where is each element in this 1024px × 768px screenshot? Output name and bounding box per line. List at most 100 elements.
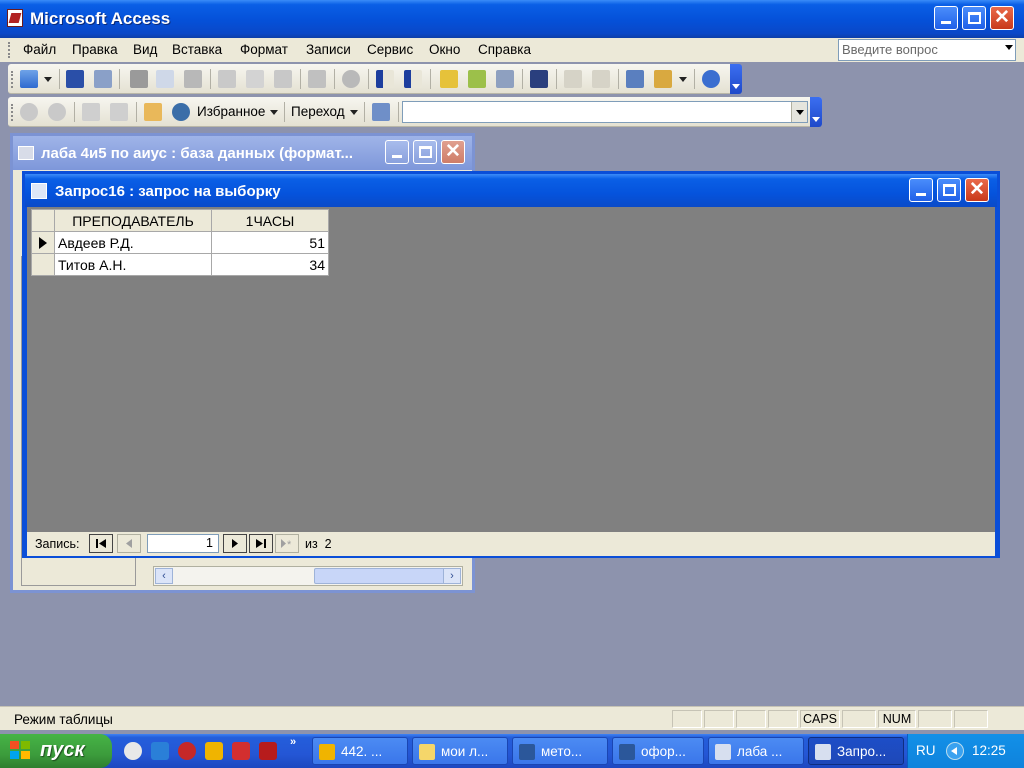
record-selector[interactable] [31,231,55,254]
db-minimize-button[interactable] [385,140,409,164]
menu-tools[interactable]: Сервис [367,42,413,57]
taskbar-item-active[interactable]: Запро... [808,737,904,765]
last-record-button[interactable] [249,534,273,553]
new-record-icon[interactable] [564,70,582,88]
forward-icon[interactable] [48,103,66,121]
chevron-down-icon[interactable] [791,102,807,122]
opera-icon[interactable] [178,742,196,760]
menu-grip[interactable] [8,42,11,58]
print-icon[interactable] [130,70,148,88]
show-only-web-toolbar-icon[interactable] [372,103,390,121]
db-close-button[interactable]: ✕ [441,140,465,164]
db-maximize-button[interactable] [413,140,437,164]
search-web-icon[interactable] [172,103,190,121]
menu-help[interactable]: Справка [478,42,531,57]
column-header-hours[interactable]: 1ЧАСЫ [211,209,329,232]
record-selector[interactable] [31,253,55,276]
quick-launch-icon[interactable] [205,742,223,760]
toolbar-options-chevron[interactable] [730,64,742,94]
scroll-right-icon[interactable]: › [443,568,461,584]
filter-by-selection-icon[interactable] [440,70,458,88]
taskbar-item[interactable]: мои л... [412,737,508,765]
chevron-down-icon[interactable] [679,77,687,82]
find-icon[interactable] [530,70,548,88]
toolbar-options-chevron[interactable] [810,97,822,127]
delete-record-icon[interactable] [592,70,610,88]
goto-menu[interactable]: Переход [291,104,345,119]
new-record-nav-button[interactable]: * [275,534,299,553]
sort-ascending-icon[interactable] [376,70,394,88]
scroll-thumb[interactable] [314,568,450,584]
hyperlink-icon[interactable] [342,70,360,88]
clock[interactable]: 12:25 [972,743,1006,758]
query-close-button[interactable]: ✕ [965,178,989,202]
file-search-icon[interactable] [94,70,112,88]
paste-icon[interactable] [274,70,292,88]
copy-icon[interactable] [246,70,264,88]
stop-icon[interactable] [82,103,100,121]
print-preview-icon[interactable] [156,70,174,88]
sort-descending-icon[interactable] [404,70,422,88]
first-record-button[interactable] [89,534,113,553]
menu-window[interactable]: Окно [429,42,460,57]
spelling-icon[interactable] [184,70,202,88]
next-record-button[interactable] [223,534,247,553]
apply-filter-icon[interactable] [496,70,514,88]
toolbar-grip[interactable] [11,71,14,88]
access-app-icon[interactable] [7,9,23,27]
current-record-field[interactable]: 1 [147,534,219,553]
undo-icon[interactable] [308,70,326,88]
help-icon[interactable] [702,70,720,88]
datasheet-area[interactable]: ПРЕПОДАВАТЕЛЬ 1ЧАСЫ Авдеев Р.Д. 51 Титов… [27,207,995,532]
menu-records[interactable]: Записи [306,42,351,57]
select-all-cell[interactable] [31,209,55,232]
column-header-teacher[interactable]: ПРЕПОДАВАТЕЛЬ [54,209,212,232]
menu-edit[interactable]: Правка [72,42,118,57]
taskbar-item[interactable]: лаба ... [708,737,804,765]
database-window-titlebar[interactable]: лаба 4и5 по аиус : база данных (формат..… [13,136,472,170]
taskbar-item[interactable]: мето... [512,737,608,765]
favorites-menu[interactable]: Избранное [197,104,265,119]
query-minimize-button[interactable] [909,178,933,202]
language-indicator[interactable]: RU [916,743,936,758]
taskbar-item[interactable]: 442. ... [312,737,408,765]
new-object-icon[interactable] [654,70,672,88]
cell-teacher[interactable]: Авдеев Р.Д. [54,231,212,254]
horizontal-scrollbar[interactable]: ‹ › [153,566,463,586]
ask-question-box[interactable]: Введите вопрос [838,39,1016,61]
quick-launch-more-icon[interactable]: » [290,736,296,748]
media-player-icon[interactable] [124,742,142,760]
cell-hours[interactable]: 34 [211,253,329,276]
toolbar-grip[interactable] [11,104,14,121]
menu-file[interactable]: Файл [23,42,56,57]
minimize-button[interactable] [934,6,958,30]
quick-launch-icon[interactable] [151,742,169,760]
scroll-left-icon[interactable]: ‹ [155,568,173,584]
chevron-down-icon[interactable] [270,110,278,115]
tray-expand-icon[interactable] [946,742,964,760]
back-icon[interactable] [20,103,38,121]
cut-icon[interactable] [218,70,236,88]
chevron-down-icon[interactable] [1005,45,1013,50]
cell-hours[interactable]: 51 [211,231,329,254]
menu-insert[interactable]: Вставка [172,42,222,57]
query-maximize-button[interactable] [937,178,961,202]
table-row[interactable]: Авдеев Р.Д. 51 [31,231,329,254]
query-window[interactable]: Запрос16 : запрос на выборку ✕ ПРЕПОДАВА… [22,171,1000,558]
maximize-button[interactable] [962,6,986,30]
taskbar-item[interactable]: офор... [612,737,704,765]
query-window-titlebar[interactable]: Запрос16 : запрос на выборку ✕ [25,174,997,207]
refresh-icon[interactable] [110,103,128,121]
menu-view[interactable]: Вид [133,42,157,57]
start-button[interactable]: пуск [0,734,112,768]
filter-by-form-icon[interactable] [468,70,486,88]
chevron-down-icon[interactable] [350,110,358,115]
database-window-icon[interactable] [626,70,644,88]
cell-teacher[interactable]: Титов А.Н. [54,253,212,276]
save-icon[interactable] [66,70,84,88]
previous-record-button[interactable] [117,534,141,553]
chevron-down-icon[interactable] [44,77,52,82]
quick-launch-icon[interactable] [232,742,250,760]
quick-launch-icon[interactable] [259,742,277,760]
home-icon[interactable] [144,103,162,121]
